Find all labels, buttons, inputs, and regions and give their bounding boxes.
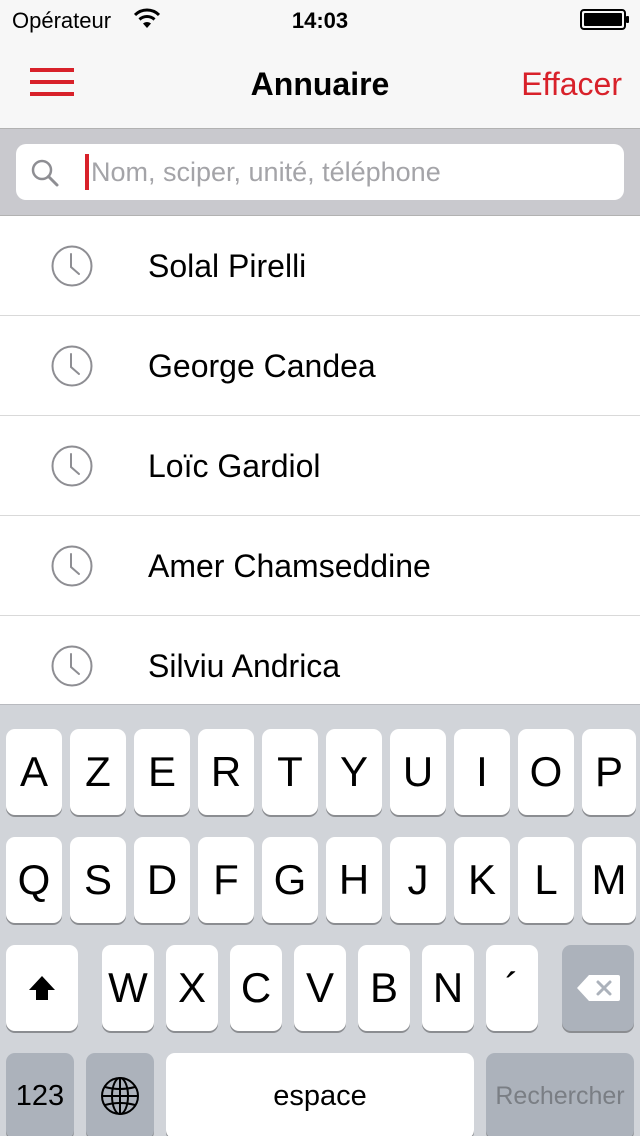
list-item[interactable]: Loïc Gardiol	[0, 416, 640, 516]
key[interactable]: R	[198, 729, 254, 815]
menu-button[interactable]	[30, 68, 76, 98]
key[interactable]: P	[582, 729, 636, 815]
clock-icon	[51, 345, 93, 387]
list-item-label: Amer Chamseddine	[148, 548, 431, 584]
globe-key[interactable]	[86, 1053, 154, 1136]
key[interactable]: B	[358, 945, 410, 1031]
list-item[interactable]: Silviu Andrica	[0, 616, 640, 704]
keyboard: A Z E R T Y U I O P Q S D F G H J K L M …	[0, 704, 640, 1136]
battery-icon	[580, 9, 629, 30]
key[interactable]: I	[454, 729, 510, 815]
key[interactable]: G	[262, 837, 318, 923]
space-key[interactable]: espace	[166, 1053, 474, 1136]
key[interactable]: L	[518, 837, 574, 923]
search-icon	[31, 159, 59, 187]
key[interactable]: N	[422, 945, 474, 1031]
key[interactable]: W	[102, 945, 154, 1031]
key[interactable]: V	[294, 945, 346, 1031]
numbers-key[interactable]: 123	[6, 1053, 74, 1136]
key[interactable]: K	[454, 837, 510, 923]
key[interactable]: O	[518, 729, 574, 815]
globe-icon	[101, 1077, 139, 1115]
search-input[interactable]	[91, 150, 611, 194]
list-item[interactable]: George Candea	[0, 316, 640, 416]
clock-time: 14:03	[291, 8, 349, 33]
clock-icon	[51, 445, 93, 487]
key[interactable]: H	[326, 837, 382, 923]
key[interactable]: C	[230, 945, 282, 1031]
key[interactable]: Y	[326, 729, 382, 815]
list-item-label: Silviu Andrica	[148, 648, 341, 684]
search-field[interactable]	[16, 144, 624, 200]
key[interactable]: E	[134, 729, 190, 815]
key[interactable]: U	[390, 729, 446, 815]
key[interactable]: Z	[70, 729, 126, 815]
key[interactable]: F	[198, 837, 254, 923]
delete-key[interactable]	[562, 945, 634, 1031]
key[interactable]: Q	[6, 837, 62, 923]
key[interactable]: J	[390, 837, 446, 923]
list-item[interactable]: Amer Chamseddine	[0, 516, 640, 616]
navigation-bar: Annuaire Effacer	[0, 40, 640, 129]
key[interactable]: S	[70, 837, 126, 923]
clear-button[interactable]: Effacer	[521, 66, 622, 103]
search-bar	[0, 129, 640, 216]
key[interactable]: D	[134, 837, 190, 923]
clock-icon	[51, 545, 93, 587]
list-item-label: George Candea	[148, 348, 376, 384]
key[interactable]: A	[6, 729, 62, 815]
list-item-label: Loïc Gardiol	[148, 448, 321, 484]
shift-icon	[29, 976, 55, 1000]
key[interactable]: X	[166, 945, 218, 1031]
status-bar: Opérateur 14:03	[0, 0, 640, 40]
list-item[interactable]: Solal Pirelli	[0, 216, 640, 316]
key[interactable]: ´	[486, 945, 538, 1031]
clock-icon	[51, 645, 93, 687]
clock-icon	[51, 245, 93, 287]
key[interactable]: T	[262, 729, 318, 815]
shift-key[interactable]	[6, 945, 78, 1031]
text-cursor	[85, 154, 89, 190]
search-key[interactable]: Rechercher	[486, 1053, 634, 1136]
hamburger-icon	[30, 68, 74, 72]
key[interactable]: M	[582, 837, 636, 923]
list-item-label: Solal Pirelli	[148, 248, 307, 284]
recent-list: Solal Pirelli George Candea Loïc Gardiol…	[0, 216, 640, 704]
delete-icon	[577, 975, 620, 1001]
